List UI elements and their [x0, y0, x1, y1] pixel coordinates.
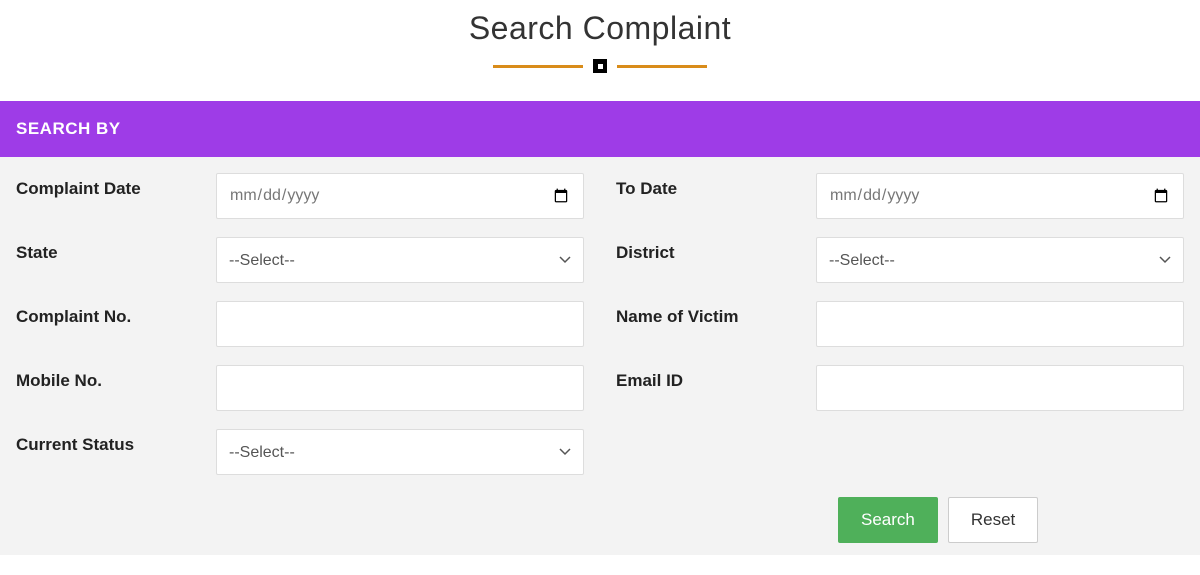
input-email-id[interactable] [816, 365, 1184, 411]
label-state: State [16, 237, 206, 263]
field-complaint-date: Complaint Date [16, 173, 584, 219]
label-email-id: Email ID [616, 365, 806, 391]
input-complaint-date[interactable] [216, 173, 584, 219]
label-mobile-no: Mobile No. [16, 365, 206, 391]
search-button[interactable]: Search [838, 497, 938, 543]
search-form-panel: Complaint Date To Date State --Select-- … [0, 157, 1200, 555]
field-state: State --Select-- [16, 237, 584, 283]
field-mobile-no: Mobile No. [16, 365, 584, 411]
label-current-status: Current Status [16, 429, 206, 455]
reset-button[interactable]: Reset [948, 497, 1038, 543]
divider-square-icon [593, 59, 607, 73]
field-email-id: Email ID [616, 365, 1184, 411]
select-district[interactable]: --Select-- [816, 237, 1184, 283]
input-complaint-no[interactable] [216, 301, 584, 347]
input-to-date[interactable] [816, 173, 1184, 219]
label-victim-name: Name of Victim [616, 301, 806, 327]
divider-line-left [493, 65, 583, 68]
label-to-date: To Date [616, 173, 806, 199]
input-mobile-no[interactable] [216, 365, 584, 411]
field-complaint-no: Complaint No. [16, 301, 584, 347]
field-current-status: Current Status --Select-- [16, 429, 584, 475]
page-title: Search Complaint [0, 0, 1200, 47]
select-state[interactable]: --Select-- [216, 237, 584, 283]
select-current-status[interactable]: --Select-- [216, 429, 584, 475]
label-complaint-date: Complaint Date [16, 173, 206, 199]
title-divider [0, 59, 1200, 73]
label-district: District [616, 237, 806, 263]
field-district: District --Select-- [616, 237, 1184, 283]
label-complaint-no: Complaint No. [16, 301, 206, 327]
input-victim-name[interactable] [816, 301, 1184, 347]
field-to-date: To Date [616, 173, 1184, 219]
panel-header: SEARCH BY [0, 101, 1200, 157]
button-row: Search Reset [16, 497, 1184, 543]
field-victim-name: Name of Victim [616, 301, 1184, 347]
divider-line-right [617, 65, 707, 68]
